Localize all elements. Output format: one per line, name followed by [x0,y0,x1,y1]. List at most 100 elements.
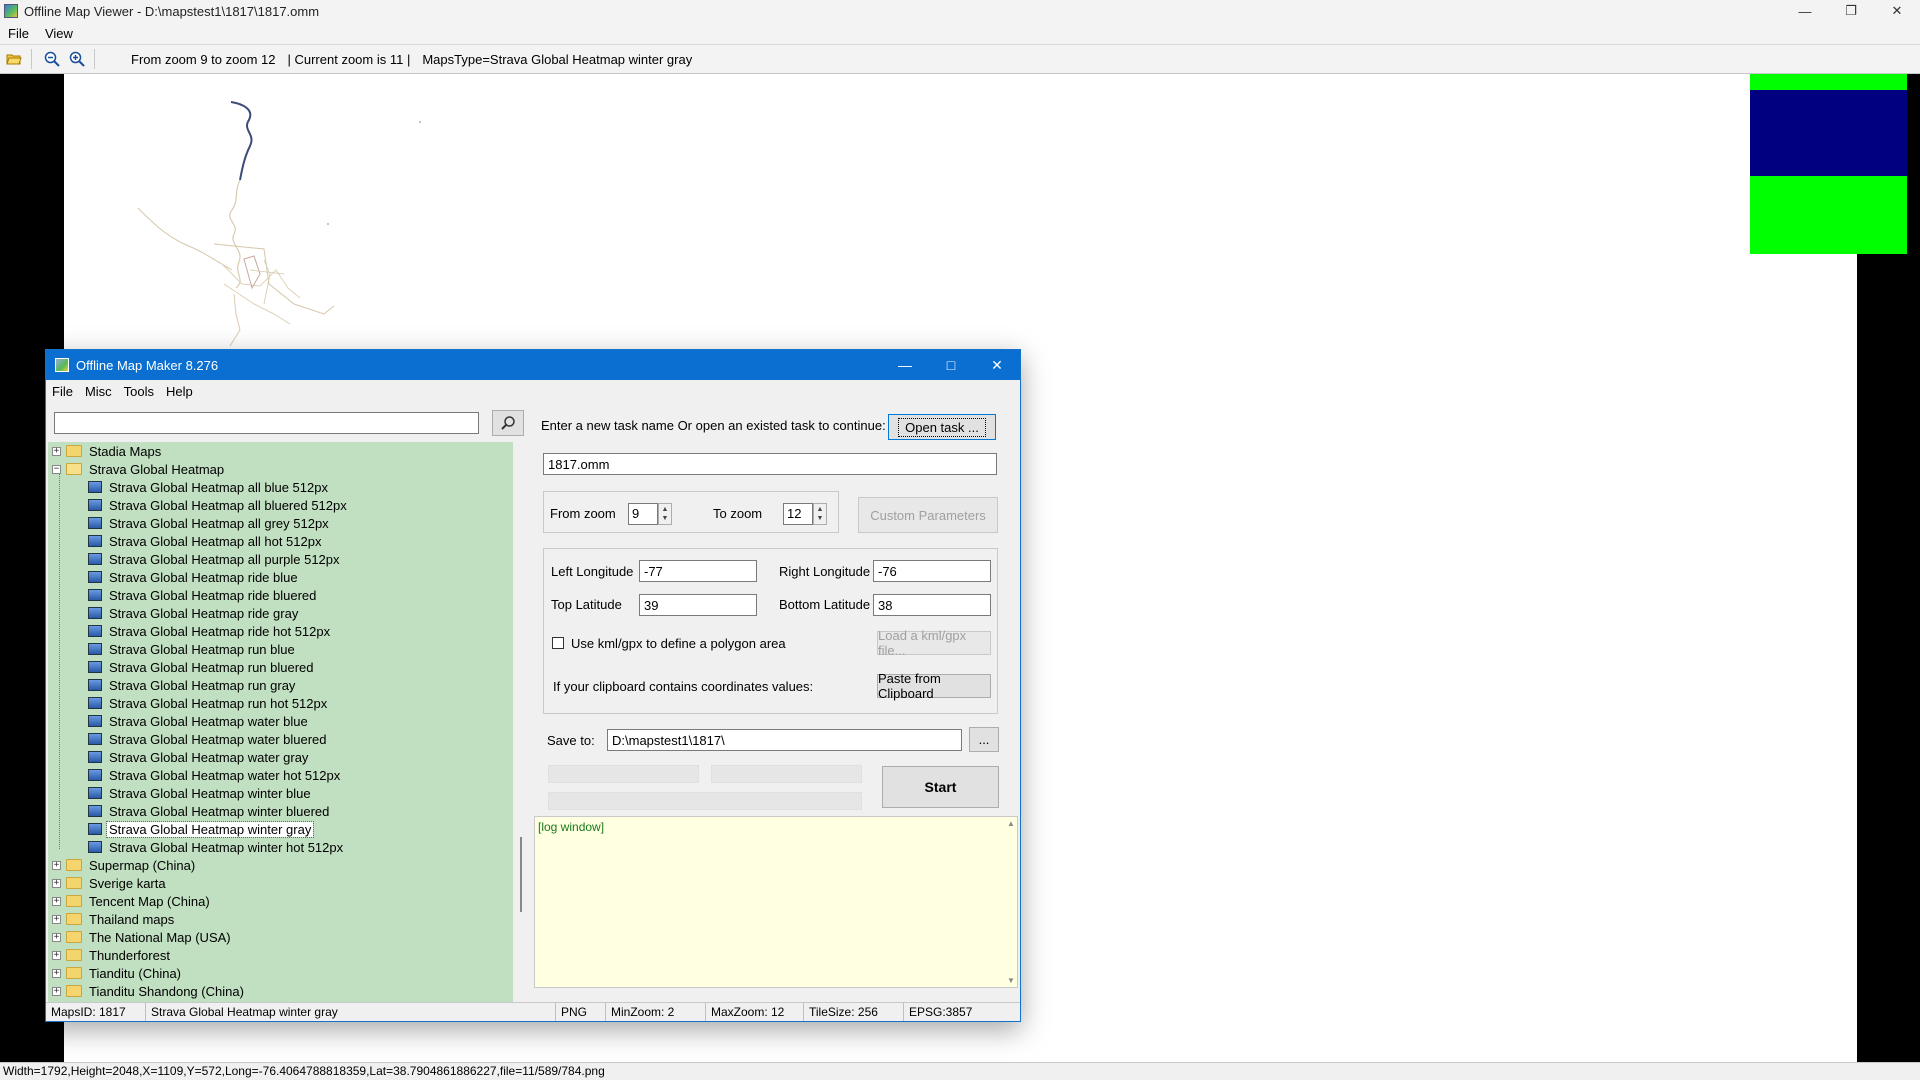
tree-item[interactable]: Strava Global Heatmap water gray [48,748,513,766]
tree-folder[interactable]: + Tianditu (China) [48,964,513,982]
tree-item[interactable]: Strava Global Heatmap ride hot 512px [48,622,513,640]
top-latitude-input[interactable] [639,594,757,616]
load-kml-button[interactable]: Load a kml/gpx file... [877,628,991,658]
zoom-out-icon[interactable] [41,48,63,70]
start-button[interactable]: Start [882,766,999,808]
tree-item[interactable]: Strava Global Heatmap all bluered 512px [48,496,513,514]
tree-item[interactable]: Strava Global Heatmap winter bluered [48,802,513,820]
custom-parameters-button[interactable]: Custom Parameters [858,497,998,533]
tree-folder[interactable]: + Tencent Map (China) [48,892,513,910]
tree-folder[interactable]: − Strava Global Heatmap [48,460,513,478]
tree-item[interactable]: Strava Global Heatmap ride blue [48,568,513,586]
restore-icon[interactable]: ❐ [1828,0,1874,22]
top-latitude-label: Top Latitude [551,597,622,612]
tree-folder[interactable]: + The National Map (USA) [48,928,513,946]
stepper-arrows-icon[interactable]: ▲ ▼ [813,503,827,525]
open-task-button[interactable]: Open task ... [888,414,996,440]
map-tile-icon [88,589,102,601]
dialog-menu-file[interactable]: File [46,384,79,399]
maximize-icon[interactable]: □ [928,350,974,380]
tree-item[interactable]: Strava Global Heatmap run gray [48,676,513,694]
tree-folder[interactable]: + Tianditu Shandong (China) [48,982,513,1000]
search-input[interactable] [54,412,479,434]
from-zoom-value[interactable]: 9 [628,503,658,525]
tree-item[interactable]: Strava Global Heatmap run bluered [48,658,513,676]
expand-icon[interactable]: + [52,914,61,924]
tree-item[interactable]: Strava Global Heatmap run hot 512px [48,694,513,712]
log-scrollbar[interactable]: ▲ ▼ [1005,817,1017,987]
map-tile-icon [88,697,102,709]
tree-item[interactable]: Strava Global Heatmap all hot 512px [48,532,513,550]
tree-item[interactable]: Strava Global Heatmap water blue [48,712,513,730]
map-tile-icon [88,661,102,673]
tree-item-label: Strava Global Heatmap all purple 512px [109,551,340,567]
tree-scrollbar-thumb[interactable] [520,837,522,912]
dialog-menu-tools[interactable]: Tools [118,384,160,399]
close-icon[interactable]: ✕ [974,350,1020,380]
folder-icon [66,985,82,997]
tree-item[interactable]: Strava Global Heatmap all grey 512px [48,514,513,532]
close-icon[interactable]: ✕ [1874,0,1920,22]
tree-folder[interactable]: + Thunderforest [48,946,513,964]
log-window[interactable]: [log window] ▲ ▼ [534,816,1018,988]
tree-item[interactable]: Strava Global Heatmap winter gray [48,820,513,838]
bottom-latitude-input[interactable] [873,594,991,616]
dialog-window-controls: — □ ✕ [882,350,1020,380]
browse-button[interactable]: ... [969,727,999,752]
dialog-menu-misc[interactable]: Misc [79,384,118,399]
tree-item[interactable]: Strava Global Heatmap winter blue [48,784,513,802]
viewer-menu-view[interactable]: View [37,26,81,41]
tree-item[interactable]: Strava Global Heatmap water bluered [48,730,513,748]
expand-icon[interactable]: + [52,860,61,870]
search-button[interactable] [492,410,524,436]
minimize-icon[interactable]: — [1782,0,1828,22]
left-longitude-input[interactable] [639,560,757,582]
viewer-menu-file[interactable]: File [0,26,37,41]
save-path-input[interactable] [607,729,962,751]
overview-minimap[interactable] [1750,74,1907,254]
expand-icon[interactable]: + [52,446,61,456]
task-name-input[interactable] [543,453,997,475]
maps-type-text: MapsType=Strava Global Heatmap winter gr… [422,51,693,67]
scroll-up-icon[interactable]: ▲ [1007,819,1015,828]
map-source-tree[interactable]: + Stadia Maps − Strava Global Heatmap Strava… [48,442,513,1002]
use-kml-checkbox[interactable] [552,637,564,649]
expand-icon[interactable]: + [52,950,61,960]
right-longitude-input[interactable] [873,560,991,582]
from-zoom-label: From zoom [550,506,616,521]
tree-folder[interactable]: + Thailand maps [48,910,513,928]
tree-item[interactable]: Strava Global Heatmap winter hot 512px [48,838,513,856]
expand-icon[interactable]: + [52,968,61,978]
scroll-down-icon[interactable]: ▼ [1007,976,1015,985]
expand-icon[interactable]: + [52,878,61,888]
stepper-arrows-icon[interactable]: ▲ ▼ [658,503,672,525]
zoom-in-icon[interactable] [66,48,88,70]
expand-icon[interactable]: + [52,932,61,942]
collapse-icon[interactable]: − [52,464,61,474]
paste-from-clipboard-button[interactable]: Paste from Clipboard [877,671,991,701]
map-tile-icon [88,751,102,763]
tree-item-label: Strava Global Heatmap ride bluered [109,587,317,603]
open-folder-icon[interactable] [3,48,25,70]
tree-folder[interactable]: + Stadia Maps [48,442,513,460]
viewer-status-bar: Width=1792,Height=2048,X=1109,Y=572,Long… [0,1062,1920,1080]
minimize-icon[interactable]: — [882,350,928,380]
tree-folder[interactable]: + Sverige karta [48,874,513,892]
tree-folder[interactable]: + Supermap (China) [48,856,513,874]
expand-icon[interactable]: + [52,986,61,996]
bottom-latitude-label: Bottom Latitude [779,597,871,612]
to-zoom-stepper[interactable]: 12 ▲ ▼ [783,503,827,525]
tree-item[interactable]: Strava Global Heatmap run blue [48,640,513,658]
dialog-menu-help[interactable]: Help [160,384,199,399]
expand-icon[interactable]: + [52,896,61,906]
to-zoom-value[interactable]: 12 [783,503,813,525]
tree-item[interactable]: Strava Global Heatmap ride bluered [48,586,513,604]
folder-icon [66,913,82,925]
tree-item[interactable]: Strava Global Heatmap ride gray [48,604,513,622]
tree-item[interactable]: Strava Global Heatmap all purple 512px [48,550,513,568]
tree-item[interactable]: Strava Global Heatmap water hot 512px [48,766,513,784]
tree-scrollbar[interactable] [518,442,528,1002]
tree-item[interactable]: Strava Global Heatmap all blue 512px [48,478,513,496]
from-zoom-stepper[interactable]: 9 ▲ ▼ [628,503,672,525]
task-settings-pane: Enter a new task name Or open an existed… [531,402,1020,1002]
